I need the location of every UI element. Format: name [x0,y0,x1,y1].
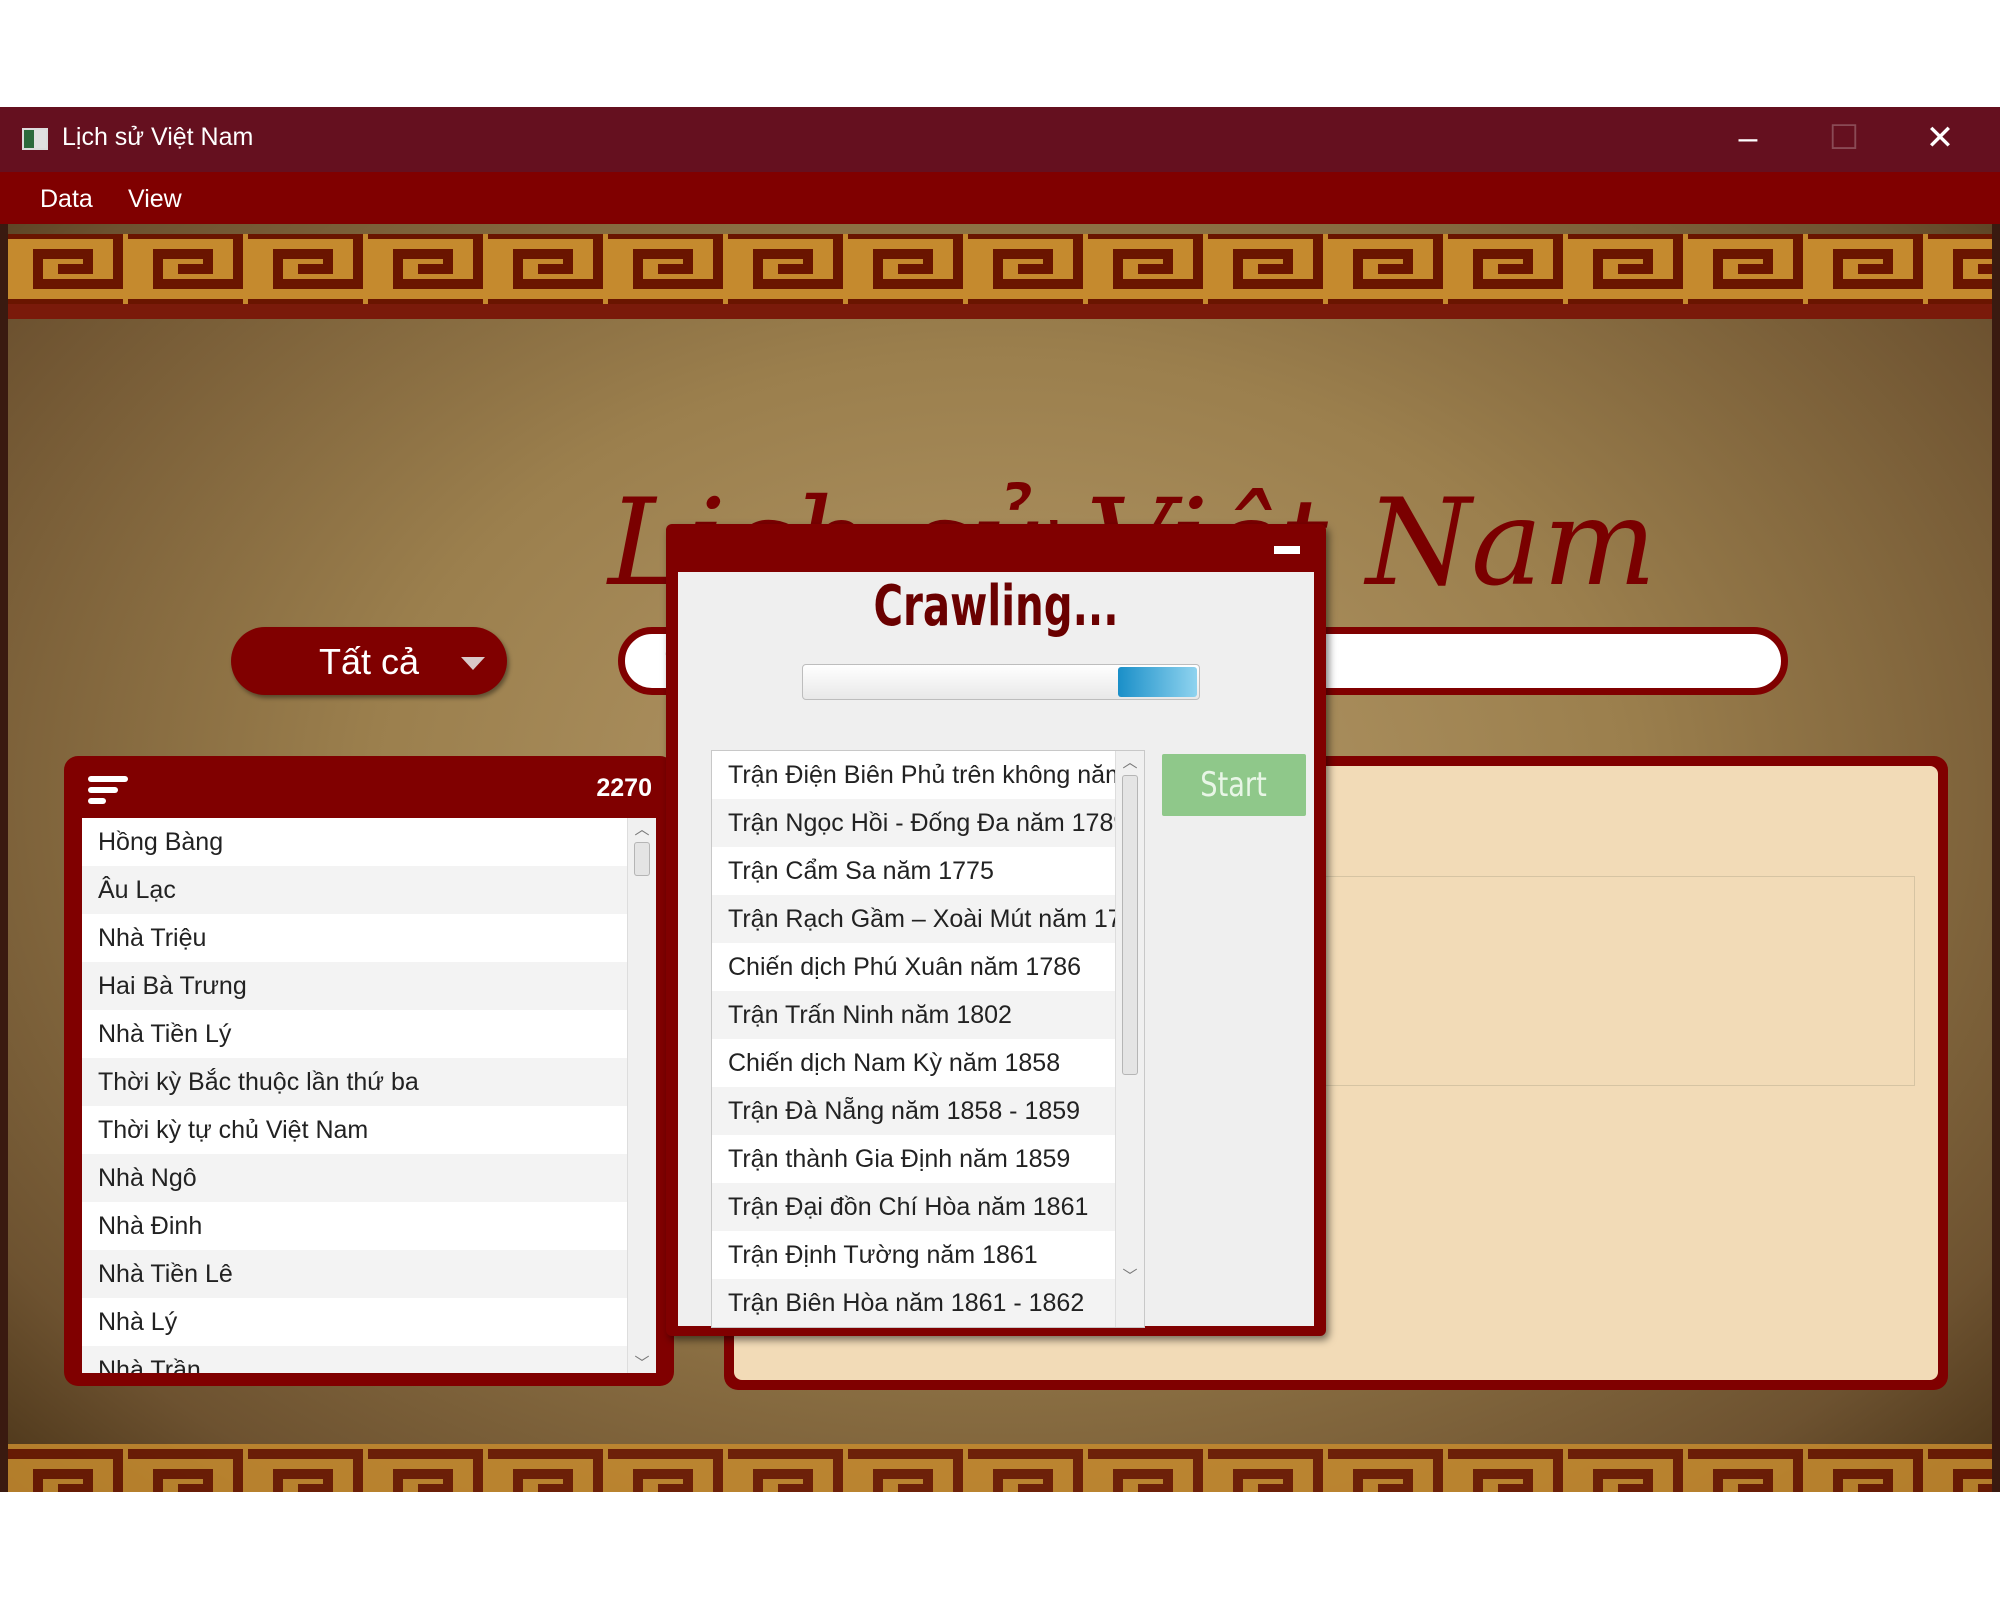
detail-box [1294,876,1915,1086]
category-selected: Tất cả [319,641,420,682]
list-item[interactable]: Nhà Triệu [82,914,656,962]
list-item[interactable]: Trận Ngọc Hồi - Đống Đa năm 1789 [712,799,1128,847]
list-item[interactable]: Trận Biên Hòa năm 1861 - 1862 [712,1279,1128,1327]
menu-bar: Data View [0,172,2000,224]
list-item[interactable]: Hồng Bàng [82,818,656,866]
crawl-list[interactable]: Trận Điện Biên Phủ trên không năm Trận Ng… [711,750,1145,1328]
list-item[interactable]: Thời kỳ tự chủ Việt Nam [82,1106,656,1154]
dialog-body: Crawling... Trận Điện Biên Phủ trên khôn… [678,572,1314,1328]
app-window: Lịch sử Việt Nam – ☐ ✕ Data View Lịch sử… [0,107,2000,1492]
fret-border-top [8,234,1992,319]
list-item[interactable]: Trận thành Gia Định năm 1859 [712,1135,1128,1183]
fret-border-bottom [8,1444,1992,1492]
scroll-down-icon[interactable]: ﹀ [1116,1265,1144,1286]
dialog-title: Crawling... [873,574,1119,639]
close-button[interactable]: ✕ [1892,107,1988,172]
list-scrollbar[interactable]: ︿ ﹀ [627,818,656,1373]
crawl-list-scrollbar[interactable]: ︿ ﹀ [1115,751,1144,1327]
menu-data[interactable]: Data [40,185,93,214]
item-count: 2270 [596,774,652,802]
scroll-thumb[interactable] [634,842,650,876]
list-item[interactable]: Nhà Ngô [82,1154,656,1202]
list-item[interactable]: Trận Định Tường năm 1861 [712,1231,1128,1279]
list-item[interactable]: Trận Đại đồn Chí Hòa năm 1861 [712,1183,1128,1231]
list-item[interactable]: Chiến dịch Nam Kỳ năm 1858 [712,1039,1128,1087]
list-item[interactable]: Chiến dịch Phú Xuân năm 1786 [712,943,1128,991]
start-label: Start [1200,765,1268,805]
list-item[interactable]: Trận Cẩm Sa năm 1775 [712,847,1128,895]
list-item[interactable]: Nhà Đinh [82,1202,656,1250]
list-item[interactable]: Trận Điện Biên Phủ trên không năm [712,751,1128,799]
title-bar[interactable]: Lịch sử Việt Nam – ☐ ✕ [0,107,2000,172]
list-item[interactable]: Trận Rạch Gầm – Xoài Mút năm 178 [712,895,1128,943]
list-item[interactable]: Trận Trấn Ninh năm 1802 [712,991,1128,1039]
list-item[interactable]: Nhà Lý [82,1298,656,1346]
list-item[interactable]: Âu Lạc [82,866,656,914]
window-title: Lịch sử Việt Nam [62,123,254,151]
start-button[interactable]: Start [1162,754,1306,816]
scroll-up-icon[interactable]: ︿ [1116,751,1144,772]
scroll-down-icon[interactable]: ﹀ [628,1352,656,1373]
chevron-down-icon [461,657,485,670]
progress-bar [802,664,1200,700]
progress-fill [1117,667,1197,697]
list-item[interactable]: Nhà Tiền Lê [82,1250,656,1298]
maximize-button[interactable]: ☐ [1796,107,1892,172]
era-list-panel: 2270 Hồng Bàng Âu Lạc Nhà Triệu Hai Bà Trưn… [64,756,674,1386]
dialog-minimize-button[interactable] [1274,546,1300,554]
list-item[interactable]: Nhà Tiền Lý [82,1010,656,1058]
list-item[interactable]: Trận Đà Nẵng năm 1858 - 1859 [712,1087,1128,1135]
scroll-thumb[interactable] [1122,775,1138,1075]
menu-view[interactable]: View [128,185,182,214]
minimize-button[interactable]: – [1700,107,1796,172]
era-list[interactable]: Hồng Bàng Âu Lạc Nhà Triệu Hai Bà Trưng Nhà … [82,818,656,1373]
list-item[interactable]: Thời kỳ Bắc thuộc lần thứ ba [82,1058,656,1106]
app-icon [22,128,48,150]
list-item[interactable]: Nhà Trần [82,1346,656,1373]
category-dropdown[interactable]: Tất cả [231,627,507,695]
crawling-dialog: Crawling... Trận Điện Biên Phủ trên khôn… [666,524,1326,1336]
list-item[interactable]: Hai Bà Trưng [82,962,656,1010]
sort-icon[interactable] [88,776,128,804]
scroll-up-icon[interactable]: ︿ [628,818,656,839]
